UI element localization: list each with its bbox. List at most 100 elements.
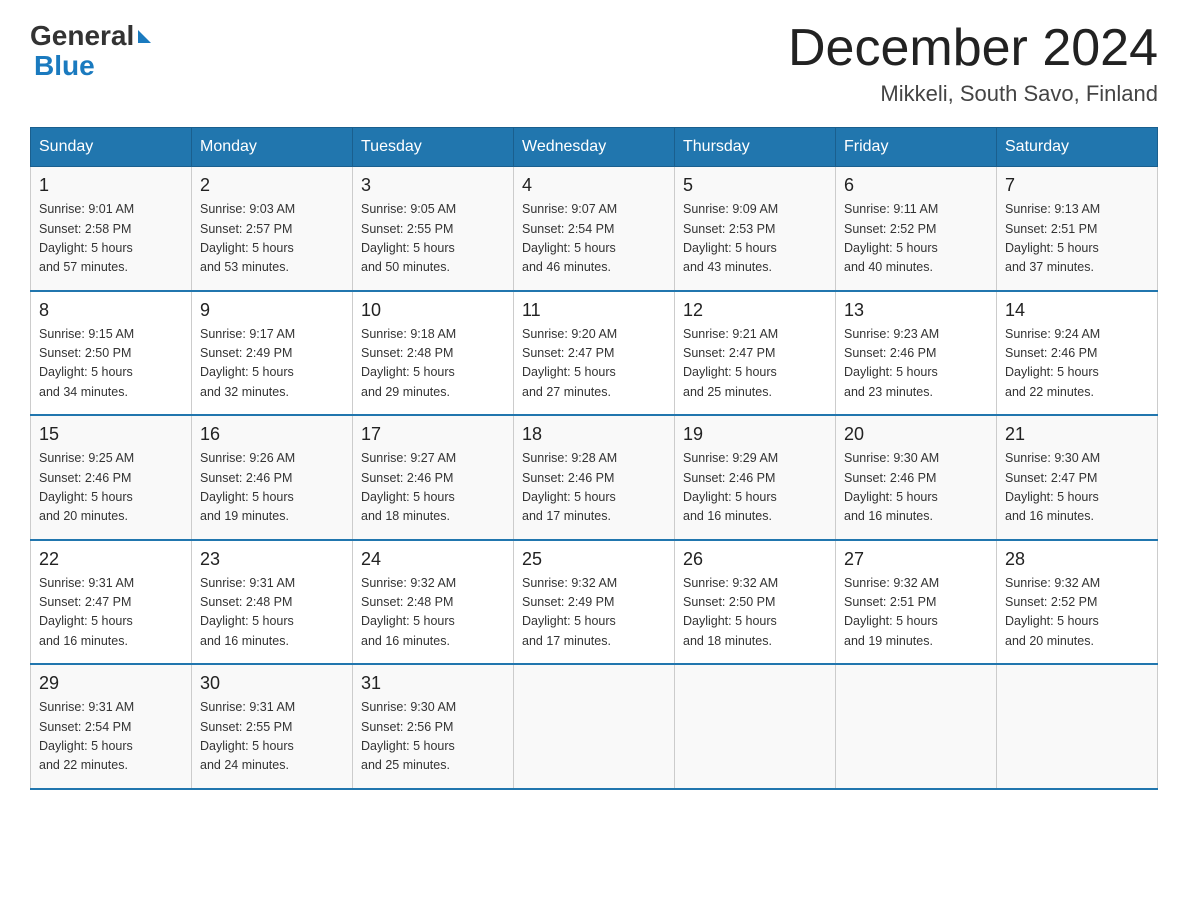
day-number: 25 xyxy=(522,549,666,570)
calendar-week-2: 8 Sunrise: 9:15 AMSunset: 2:50 PMDaylight… xyxy=(31,291,1158,416)
table-row: 16 Sunrise: 9:26 AMSunset: 2:46 PMDayligh… xyxy=(192,415,353,540)
day-number: 18 xyxy=(522,424,666,445)
table-row: 31Sunrise: 9:30 AMSunset: 2:56 PMDayligh… xyxy=(353,664,514,789)
col-monday: Monday xyxy=(192,128,353,167)
location-subtitle: Mikkeli, South Savo, Finland xyxy=(788,81,1158,107)
title-block: December 2024 Mikkeli, South Savo, Finla… xyxy=(788,20,1158,107)
table-row: 9 Sunrise: 9:17 AMSunset: 2:49 PMDaylight… xyxy=(192,291,353,416)
day-info: Sunrise: 9:30 AMSunset: 2:46 PMDaylight:… xyxy=(844,449,988,527)
table-row: 14 Sunrise: 9:24 AMSunset: 2:46 PMDayligh… xyxy=(997,291,1158,416)
day-number: 20 xyxy=(844,424,988,445)
day-info: Sunrise: 9:26 AMSunset: 2:46 PMDaylight:… xyxy=(200,449,344,527)
day-number: 26 xyxy=(683,549,827,570)
day-info: Sunrise: 9:23 AMSunset: 2:46 PMDaylight:… xyxy=(844,325,988,403)
day-number: 23 xyxy=(200,549,344,570)
table-row: 22 Sunrise: 9:31 AMSunset: 2:47 PMDayligh… xyxy=(31,540,192,665)
table-row: 6 Sunrise: 9:11 AMSunset: 2:52 PMDaylight… xyxy=(836,167,997,291)
day-number: 17 xyxy=(361,424,505,445)
table-row: 24Sunrise: 9:32 AMSunset: 2:48 PMDayligh… xyxy=(353,540,514,665)
day-number: 8 xyxy=(39,300,183,321)
day-number: 21 xyxy=(1005,424,1149,445)
day-number: 10 xyxy=(361,300,505,321)
col-tuesday: Tuesday xyxy=(353,128,514,167)
day-number: 16 xyxy=(200,424,344,445)
table-row: 15Sunrise: 9:25 AMSunset: 2:46 PMDayligh… xyxy=(31,415,192,540)
day-info: Sunrise: 9:09 AMSunset: 2:53 PMDaylight:… xyxy=(683,200,827,278)
day-info: Sunrise: 9:29 AMSunset: 2:46 PMDaylight:… xyxy=(683,449,827,527)
day-number: 5 xyxy=(683,175,827,196)
day-info: Sunrise: 9:28 AMSunset: 2:46 PMDaylight:… xyxy=(522,449,666,527)
day-number: 22 xyxy=(39,549,183,570)
day-number: 13 xyxy=(844,300,988,321)
table-row: 19 Sunrise: 9:29 AMSunset: 2:46 PMDayligh… xyxy=(675,415,836,540)
day-info: Sunrise: 9:11 AMSunset: 2:52 PMDaylight:… xyxy=(844,200,988,278)
day-number: 14 xyxy=(1005,300,1149,321)
table-row: 8 Sunrise: 9:15 AMSunset: 2:50 PMDaylight… xyxy=(31,291,192,416)
table-row: 28Sunrise: 9:32 AMSunset: 2:52 PMDayligh… xyxy=(997,540,1158,665)
day-info: Sunrise: 9:15 AMSunset: 2:50 PMDaylight:… xyxy=(39,325,183,403)
day-info: Sunrise: 9:24 AMSunset: 2:46 PMDaylight:… xyxy=(1005,325,1149,403)
table-row: 25Sunrise: 9:32 AMSunset: 2:49 PMDayligh… xyxy=(514,540,675,665)
table-row: 30 Sunrise: 9:31 AMSunset: 2:55 PMDayligh… xyxy=(192,664,353,789)
calendar-week-4: 22 Sunrise: 9:31 AMSunset: 2:47 PMDayligh… xyxy=(31,540,1158,665)
table-row: 26 Sunrise: 9:32 AMSunset: 2:50 PMDayligh… xyxy=(675,540,836,665)
logo-general-text: General xyxy=(30,20,134,52)
table-row: 13 Sunrise: 9:23 AMSunset: 2:46 PMDayligh… xyxy=(836,291,997,416)
day-number: 9 xyxy=(200,300,344,321)
table-row: 11Sunrise: 9:20 AMSunset: 2:47 PMDayligh… xyxy=(514,291,675,416)
day-number: 1 xyxy=(39,175,183,196)
month-title: December 2024 xyxy=(788,20,1158,77)
col-wednesday: Wednesday xyxy=(514,128,675,167)
calendar-week-1: 1Sunrise: 9:01 AMSunset: 2:58 PMDaylight… xyxy=(31,167,1158,291)
day-info: Sunrise: 9:25 AMSunset: 2:46 PMDaylight:… xyxy=(39,449,183,527)
logo: General Blue xyxy=(30,20,151,82)
table-row xyxy=(836,664,997,789)
table-row: 4 Sunrise: 9:07 AMSunset: 2:54 PMDaylight… xyxy=(514,167,675,291)
table-row: 12 Sunrise: 9:21 AMSunset: 2:47 PMDayligh… xyxy=(675,291,836,416)
day-info: Sunrise: 9:05 AMSunset: 2:55 PMDaylight:… xyxy=(361,200,505,278)
day-number: 4 xyxy=(522,175,666,196)
logo-blue-text: Blue xyxy=(34,50,95,81)
day-info: Sunrise: 9:17 AMSunset: 2:49 PMDaylight:… xyxy=(200,325,344,403)
day-info: Sunrise: 9:31 AMSunset: 2:48 PMDaylight:… xyxy=(200,574,344,652)
day-info: Sunrise: 9:32 AMSunset: 2:52 PMDaylight:… xyxy=(1005,574,1149,652)
day-number: 11 xyxy=(522,300,666,321)
day-info: Sunrise: 9:30 AMSunset: 2:56 PMDaylight:… xyxy=(361,698,505,776)
day-number: 30 xyxy=(200,673,344,694)
calendar-header-row: Sunday Monday Tuesday Wednesday Thursday… xyxy=(31,128,1158,167)
day-info: Sunrise: 9:18 AMSunset: 2:48 PMDaylight:… xyxy=(361,325,505,403)
day-info: Sunrise: 9:21 AMSunset: 2:47 PMDaylight:… xyxy=(683,325,827,403)
day-info: Sunrise: 9:32 AMSunset: 2:50 PMDaylight:… xyxy=(683,574,827,652)
table-row: 23 Sunrise: 9:31 AMSunset: 2:48 PMDayligh… xyxy=(192,540,353,665)
table-row: 1Sunrise: 9:01 AMSunset: 2:58 PMDaylight… xyxy=(31,167,192,291)
table-row: 5 Sunrise: 9:09 AMSunset: 2:53 PMDaylight… xyxy=(675,167,836,291)
table-row: 21Sunrise: 9:30 AMSunset: 2:47 PMDayligh… xyxy=(997,415,1158,540)
col-sunday: Sunday xyxy=(31,128,192,167)
table-row: 2 Sunrise: 9:03 AMSunset: 2:57 PMDaylight… xyxy=(192,167,353,291)
table-row: 27 Sunrise: 9:32 AMSunset: 2:51 PMDayligh… xyxy=(836,540,997,665)
col-thursday: Thursday xyxy=(675,128,836,167)
day-number: 27 xyxy=(844,549,988,570)
day-info: Sunrise: 9:31 AMSunset: 2:54 PMDaylight:… xyxy=(39,698,183,776)
day-number: 6 xyxy=(844,175,988,196)
table-row xyxy=(675,664,836,789)
day-number: 2 xyxy=(200,175,344,196)
day-info: Sunrise: 9:27 AMSunset: 2:46 PMDaylight:… xyxy=(361,449,505,527)
col-friday: Friday xyxy=(836,128,997,167)
calendar-table: Sunday Monday Tuesday Wednesday Thursday… xyxy=(30,127,1158,790)
day-info: Sunrise: 9:31 AMSunset: 2:55 PMDaylight:… xyxy=(200,698,344,776)
day-number: 12 xyxy=(683,300,827,321)
day-info: Sunrise: 9:03 AMSunset: 2:57 PMDaylight:… xyxy=(200,200,344,278)
table-row xyxy=(514,664,675,789)
day-info: Sunrise: 9:32 AMSunset: 2:48 PMDaylight:… xyxy=(361,574,505,652)
day-info: Sunrise: 9:07 AMSunset: 2:54 PMDaylight:… xyxy=(522,200,666,278)
calendar-week-5: 29Sunrise: 9:31 AMSunset: 2:54 PMDayligh… xyxy=(31,664,1158,789)
day-info: Sunrise: 9:13 AMSunset: 2:51 PMDaylight:… xyxy=(1005,200,1149,278)
day-number: 19 xyxy=(683,424,827,445)
day-info: Sunrise: 9:31 AMSunset: 2:47 PMDaylight:… xyxy=(39,574,183,652)
day-info: Sunrise: 9:32 AMSunset: 2:51 PMDaylight:… xyxy=(844,574,988,652)
table-row: 3Sunrise: 9:05 AMSunset: 2:55 PMDaylight… xyxy=(353,167,514,291)
table-row xyxy=(997,664,1158,789)
page-header: General Blue December 2024 Mikkeli, Sout… xyxy=(30,20,1158,107)
day-number: 7 xyxy=(1005,175,1149,196)
